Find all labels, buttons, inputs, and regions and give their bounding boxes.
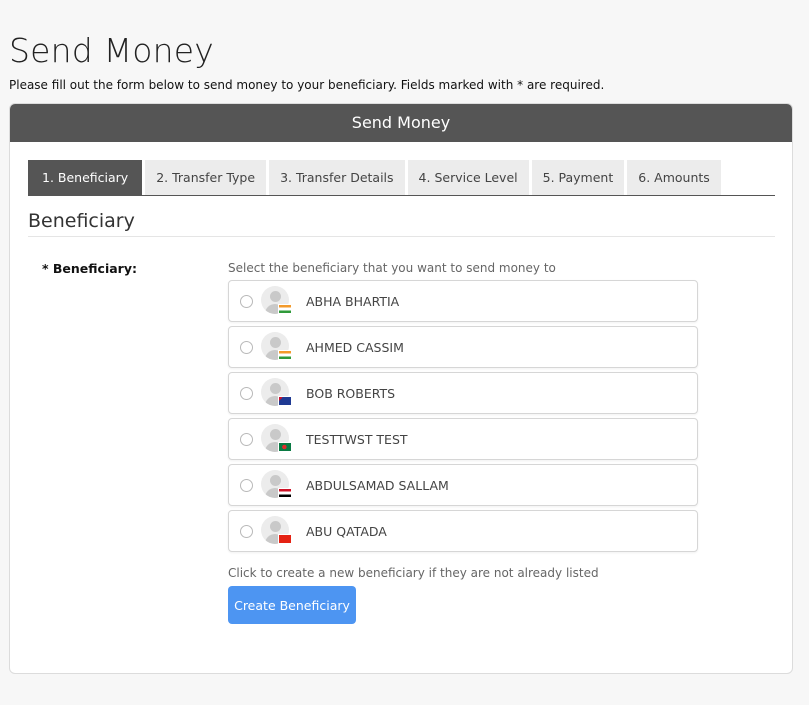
avatar xyxy=(261,332,292,362)
india-flag-icon xyxy=(278,304,292,314)
radio-button[interactable] xyxy=(240,432,253,446)
tab-transfer-details[interactable]: 3. Transfer Details xyxy=(269,160,405,195)
radio-button[interactable] xyxy=(240,294,253,308)
tab-beneficiary[interactable]: 1. Beneficiary xyxy=(28,160,143,195)
india-flag-icon xyxy=(278,350,292,360)
tab-transfer-type[interactable]: 2. Transfer Type xyxy=(145,160,267,195)
beneficiary-option[interactable]: AHMED CASSIM xyxy=(228,326,698,368)
beneficiary-option[interactable]: BOB ROBERTS xyxy=(228,372,698,414)
avatar xyxy=(261,516,292,546)
beneficiary-hint: Select the beneficiary that you want to … xyxy=(228,261,556,275)
australia-flag-icon xyxy=(278,396,292,406)
create-beneficiary-button[interactable]: Create Beneficiary xyxy=(228,586,356,624)
avatar xyxy=(261,424,292,454)
beneficiary-option[interactable]: ABU QATADA xyxy=(228,510,698,552)
bangladesh-flag-icon xyxy=(278,442,292,452)
china-flag-icon xyxy=(278,534,292,544)
tab-amounts[interactable]: 6. Amounts xyxy=(627,160,721,195)
avatar xyxy=(261,378,292,408)
yemen-flag-icon xyxy=(278,488,292,498)
radio-button[interactable] xyxy=(240,340,253,354)
beneficiary-option[interactable]: ABHA BHARTIA xyxy=(228,280,698,322)
panel-header: Send Money xyxy=(10,104,792,142)
page-title: Send Money xyxy=(9,31,215,70)
beneficiary-name: ABHA BHARTIA xyxy=(306,293,400,309)
wizard-tabs: 1. Beneficiary 2. Transfer Type 3. Trans… xyxy=(28,160,775,196)
beneficiary-field-label: * Beneficiary: xyxy=(42,261,137,276)
section-title: Beneficiary xyxy=(28,210,775,237)
beneficiary-name: ABDULSAMAD SALLAM xyxy=(306,477,449,493)
tab-payment[interactable]: 5. Payment xyxy=(531,160,625,195)
radio-button[interactable] xyxy=(240,478,253,492)
avatar xyxy=(261,286,292,316)
beneficiary-list: ABHA BHARTIA AHMED CASSIM BOB ROBERTS TE… xyxy=(228,280,698,556)
send-money-panel: Send Money 1. Beneficiary 2. Transfer Ty… xyxy=(9,103,793,674)
avatar xyxy=(261,470,292,500)
create-beneficiary-hint: Click to create a new beneficiary if the… xyxy=(228,566,599,580)
beneficiary-option[interactable]: TESTTWST TEST xyxy=(228,418,698,460)
beneficiary-option[interactable]: ABDULSAMAD SALLAM xyxy=(228,464,698,506)
beneficiary-name: BOB ROBERTS xyxy=(306,385,396,401)
page-intro: Please fill out the form below to send m… xyxy=(9,78,605,92)
tab-service-level[interactable]: 4. Service Level xyxy=(407,160,529,195)
beneficiary-name: AHMED CASSIM xyxy=(306,339,404,355)
beneficiary-name: ABU QATADA xyxy=(306,523,387,539)
radio-button[interactable] xyxy=(240,524,253,538)
beneficiary-name: TESTTWST TEST xyxy=(306,431,408,447)
radio-button[interactable] xyxy=(240,386,253,400)
